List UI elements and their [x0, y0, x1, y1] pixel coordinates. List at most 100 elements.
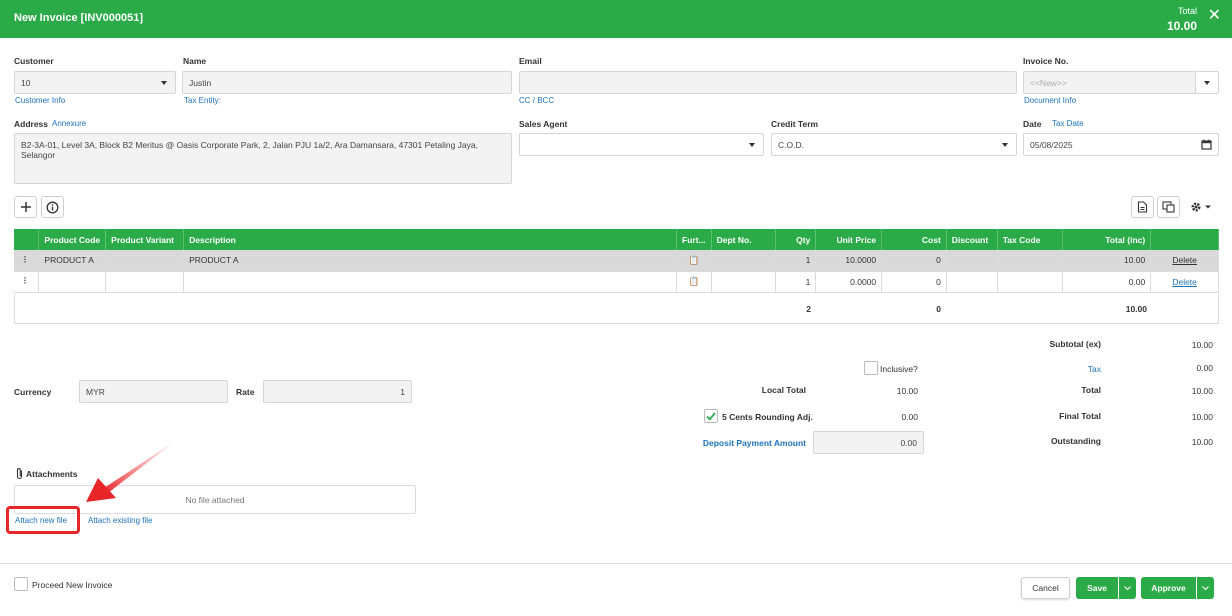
unit-price-cell[interactable]: 10.0000: [815, 250, 883, 272]
final-total-label: Final Total: [1059, 411, 1101, 421]
save-button[interactable]: Save: [1076, 577, 1118, 599]
column-header[interactable]: Total (inc): [1062, 229, 1152, 250]
column-header[interactable]: Dept No.: [711, 229, 777, 250]
column-header[interactable]: Discount: [946, 229, 998, 250]
email-label: Email: [519, 56, 542, 66]
delete-row-link[interactable]: Delete: [1172, 255, 1197, 265]
attach-existing-file-link[interactable]: Attach existing file: [88, 516, 152, 525]
tax-code-cell[interactable]: [997, 271, 1063, 293]
product-code-cell[interactable]: [38, 271, 107, 293]
dept-no-cell[interactable]: [711, 271, 777, 293]
delete-row-link[interactable]: Delete: [1172, 277, 1197, 287]
currency-input[interactable]: MYR: [79, 380, 228, 403]
add-row-button[interactable]: [14, 196, 37, 218]
name-input[interactable]: Justin: [182, 71, 512, 94]
discount-cell[interactable]: [946, 271, 998, 293]
rate-input[interactable]: 1: [263, 380, 412, 403]
footer-qty-total: 2: [806, 304, 811, 314]
rounding-checkbox[interactable]: [704, 409, 718, 423]
credit-term-select[interactable]: C.O.D.: [771, 133, 1017, 156]
copy-button[interactable]: [1157, 196, 1180, 218]
calendar-icon[interactable]: [1201, 139, 1212, 152]
settings-menu-button[interactable]: [1189, 200, 1215, 214]
paperclip-icon: [15, 467, 24, 482]
customer-info-link[interactable]: Customer Info: [15, 96, 65, 105]
product-variant-cell[interactable]: [105, 271, 185, 293]
deposit-payment-link[interactable]: Deposit Payment Amount: [676, 438, 806, 448]
column-header[interactable]: Unit Price: [815, 229, 883, 250]
tax-link[interactable]: Tax: [1001, 364, 1101, 374]
inclusive-checkbox[interactable]: [864, 361, 878, 375]
tax-entity-link[interactable]: Tax Entity:: [184, 96, 221, 105]
chevron-down-icon: [1202, 585, 1209, 590]
document-info-link[interactable]: Document Info: [1024, 96, 1076, 105]
dept-no-cell[interactable]: [711, 250, 777, 272]
footer-divider: [0, 563, 1232, 564]
annexure-link[interactable]: Annexure: [52, 119, 86, 128]
invoice-no-input[interactable]: <<New>>: [1023, 71, 1196, 94]
close-icon[interactable]: ✕: [1208, 8, 1221, 24]
chevron-down-icon: [1002, 143, 1008, 147]
description-cell[interactable]: PRODUCT A: [183, 250, 678, 272]
cc-bcc-link[interactable]: CC / BCC: [519, 96, 554, 105]
product-code-cell[interactable]: PRODUCT A: [38, 250, 107, 272]
proceed-new-invoice-label: Proceed New Invoice: [32, 580, 113, 590]
total-value: 10.00: [1191, 386, 1213, 396]
outstanding-value: 10.00: [1191, 437, 1213, 447]
unit-price-cell[interactable]: 0.0000: [815, 271, 883, 293]
invoice-no-label: Invoice No.: [1023, 56, 1069, 66]
info-button[interactable]: [41, 196, 64, 218]
outstanding-label: Outstanding: [1050, 436, 1101, 446]
checkmark-icon: [706, 412, 716, 421]
table-header-row: Product Code Product Variant Description…: [14, 229, 1219, 250]
column-header[interactable]: Cost: [881, 229, 947, 250]
chevron-down-icon: [1204, 81, 1210, 85]
document-button[interactable]: [1131, 196, 1154, 218]
column-header[interactable]: Tax Code: [997, 229, 1063, 250]
save-options-button[interactable]: [1119, 577, 1136, 599]
email-input[interactable]: [519, 71, 1017, 94]
customer-select[interactable]: 10: [14, 71, 176, 94]
title-bar: New Invoice [INV000051] Total 10.00 ✕: [0, 0, 1232, 38]
date-label: Date: [1023, 119, 1042, 129]
subtotal-label: Subtotal (ex): [1049, 339, 1101, 349]
tax-date-link[interactable]: Tax Date: [1052, 119, 1084, 128]
rate-label: Rate: [236, 387, 255, 397]
final-total-value: 10.00: [1191, 412, 1213, 422]
column-header[interactable]: Description: [183, 229, 678, 250]
address-textarea[interactable]: B2-3A-01, Level 3A, Block B2 Meritus @ O…: [14, 133, 512, 184]
product-variant-cell[interactable]: [105, 250, 185, 272]
chevron-down-icon: [161, 81, 167, 85]
date-input[interactable]: 05/08/2025: [1023, 133, 1219, 156]
table-row[interactable]: ⠇ 📋 1 0.0000 0 0.00 Delete: [14, 271, 1219, 293]
customer-value: 10: [21, 78, 31, 88]
total-cell: 0.00: [1062, 271, 1152, 293]
cost-cell[interactable]: 0: [881, 271, 947, 293]
credit-term-label: Credit Term: [771, 119, 819, 129]
qty-cell[interactable]: 1: [775, 250, 817, 272]
approve-options-button[interactable]: [1197, 577, 1214, 599]
column-header[interactable]: Qty: [775, 229, 817, 250]
drag-handle-icon[interactable]: ⠇: [14, 271, 40, 293]
further-description-icon[interactable]: 📋: [676, 271, 712, 293]
discount-cell[interactable]: [946, 250, 998, 272]
column-header[interactable]: Product Variant: [105, 229, 185, 250]
chevron-down-icon: [749, 143, 755, 147]
tax-code-cell[interactable]: [997, 250, 1063, 272]
column-header[interactable]: Product Code: [38, 229, 107, 250]
invoice-no-dropdown-button[interactable]: [1195, 71, 1219, 94]
deposit-input[interactable]: 0.00: [813, 431, 924, 454]
sales-agent-label: Sales Agent: [519, 119, 568, 129]
cancel-button[interactable]: Cancel: [1021, 577, 1070, 599]
description-cell[interactable]: [183, 271, 678, 293]
column-header[interactable]: Furt...: [676, 229, 712, 250]
approve-button[interactable]: Approve: [1141, 577, 1196, 599]
qty-cell[interactable]: 1: [775, 271, 817, 293]
proceed-new-invoice-checkbox[interactable]: [14, 577, 28, 591]
cost-cell[interactable]: 0: [881, 250, 947, 272]
further-description-icon[interactable]: 📋: [676, 250, 712, 272]
sales-agent-select[interactable]: [519, 133, 764, 156]
footer-grand-total: 10.00: [1125, 304, 1147, 314]
table-row[interactable]: ⠇ PRODUCT A PRODUCT A 📋 1 10.0000 0 10.0…: [14, 250, 1219, 272]
drag-handle-icon[interactable]: ⠇: [14, 250, 40, 272]
